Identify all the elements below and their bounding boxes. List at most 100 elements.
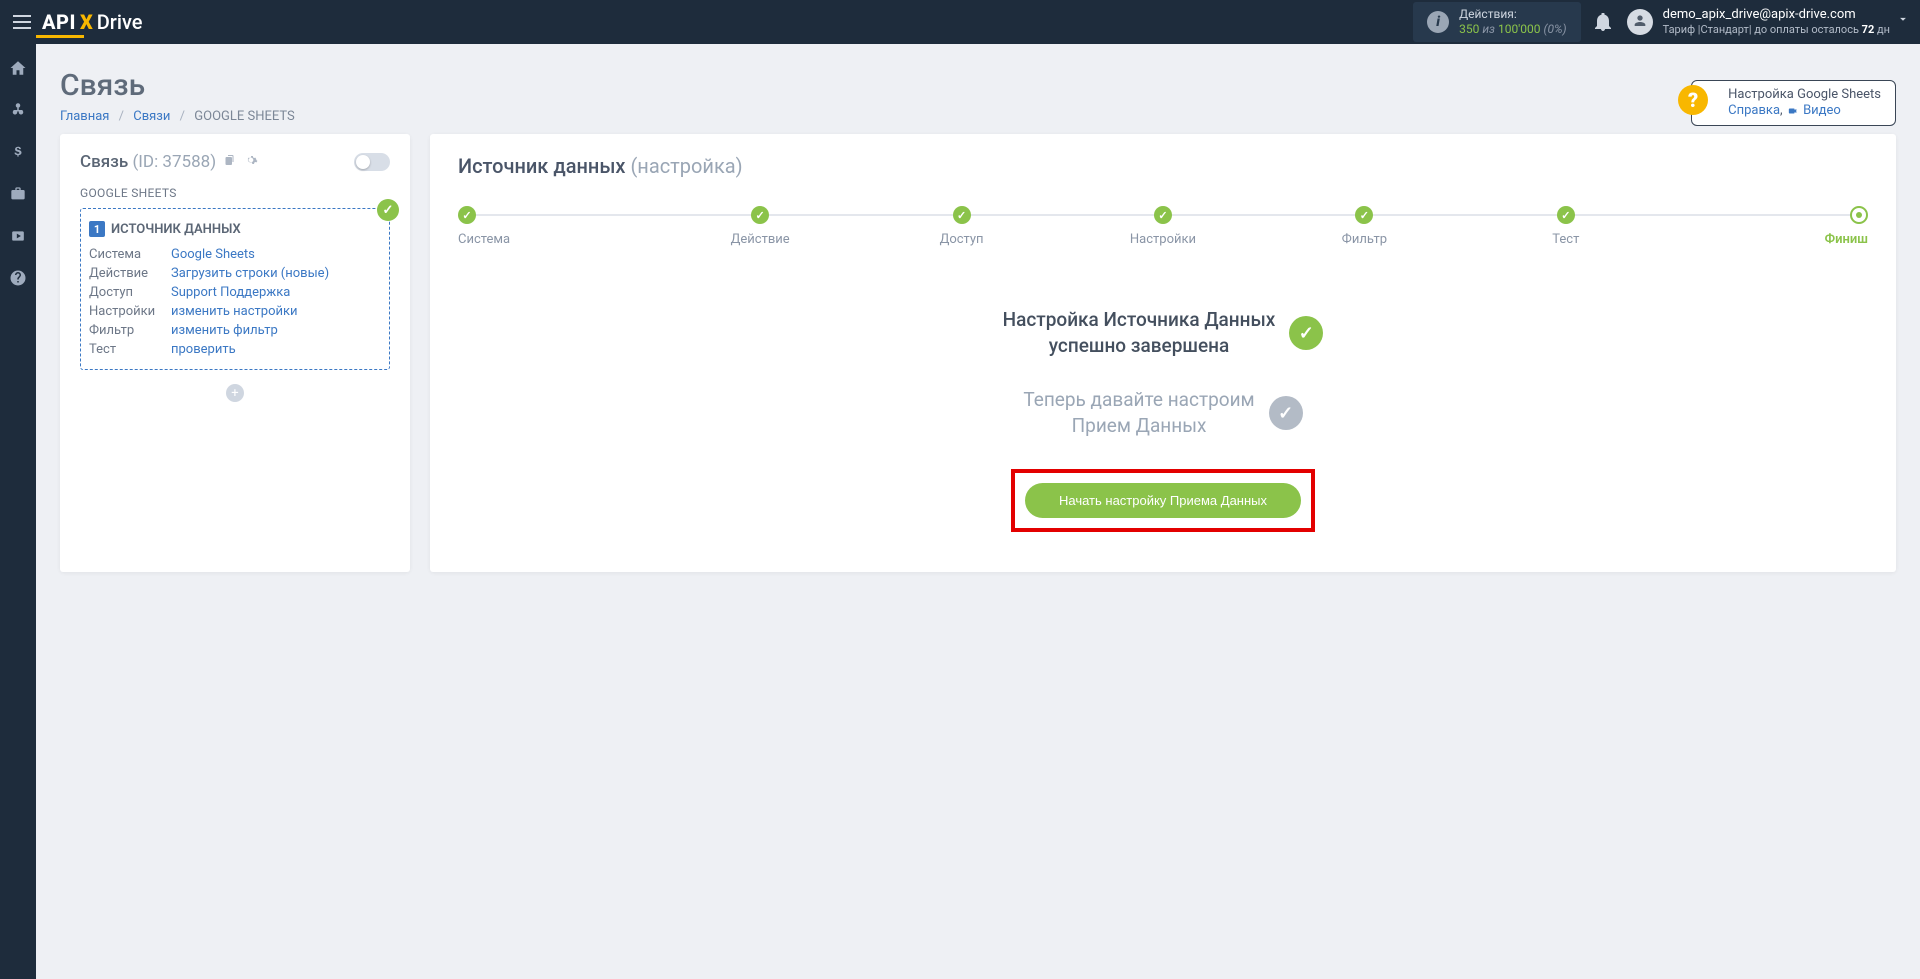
start-destination-setup-button[interactable]: Начать настройку Приема Данных	[1025, 483, 1301, 518]
check-icon: ✓	[751, 206, 769, 224]
connection-summary-card: Связь (ID: 37588) GOOGLE SHEETS ✓	[60, 134, 410, 572]
brand-text-x: X	[80, 10, 93, 34]
check-icon: ✓	[1557, 206, 1575, 224]
step-item[interactable]: ✓Система	[458, 206, 659, 247]
user-account-block[interactable]: demo_apix_drive@apix-drive.com Тариф |Ст…	[1627, 7, 1920, 37]
brand-text-api: API	[42, 10, 76, 34]
message-next-line2: Прием Данных	[1072, 414, 1207, 437]
step-item[interactable]: Финиш	[1667, 206, 1868, 247]
cta-wrap: Начать настройку Приема Данных	[458, 469, 1868, 532]
table-row: Настройкиизменить настройки	[89, 302, 381, 321]
source-setup-title-soft: (настройка)	[630, 154, 742, 178]
step-item[interactable]: ✓Действие	[659, 206, 860, 247]
brand-underline	[36, 35, 84, 38]
dollar-icon[interactable]	[8, 142, 28, 162]
chevron-down-icon[interactable]	[1896, 12, 1910, 26]
step-current-dot	[1850, 206, 1868, 224]
row-value-link[interactable]: изменить фильтр	[171, 323, 278, 338]
hamburger-menu-icon[interactable]	[8, 0, 36, 44]
connection-id: 37588	[162, 152, 210, 172]
check-icon: ✓	[1289, 316, 1323, 350]
row-key: Тест	[89, 340, 171, 359]
youtube-icon[interactable]	[8, 226, 28, 246]
main-content: Связь Главная / Связи / GOOGLE SHEETS ? …	[36, 44, 1920, 596]
help-link-docs[interactable]: Справка	[1728, 103, 1780, 118]
source-setup-card: Источник данных (настройка) ✓Система ✓Де…	[430, 134, 1896, 572]
plan-suffix: до оплаты осталось	[1752, 23, 1862, 36]
add-destination-button[interactable]: +	[226, 384, 244, 402]
row-value-link[interactable]: проверить	[171, 342, 236, 357]
camera-icon	[1786, 103, 1803, 118]
completion-messages: Настройка Источника Данных успешно завер…	[458, 307, 1868, 439]
breadcrumb: Главная / Связи / GOOGLE SHEETS	[60, 109, 295, 124]
actions-used: 350	[1459, 22, 1479, 36]
step-item[interactable]: ✓Фильтр	[1264, 206, 1465, 247]
user-meta: demo_apix_drive@apix-drive.com Тариф |Ст…	[1663, 7, 1890, 37]
help-links: Справка, Видео	[1728, 103, 1881, 119]
message-row-next: Теперь давайте настроим Прием Данных ✓	[1023, 387, 1302, 439]
briefcase-icon[interactable]	[8, 184, 28, 204]
table-row: ДоступSupport Поддержка	[89, 283, 381, 302]
step-label: Система	[458, 232, 510, 247]
table-row: Тестпроверить	[89, 340, 381, 359]
home-icon[interactable]	[8, 58, 28, 78]
help-link-video[interactable]: Видео	[1803, 103, 1841, 118]
top-navbar: APIXDrive i Действия: 350 из 100'000 (0%…	[0, 0, 1920, 44]
message-done-line2: успешно завершена	[1049, 334, 1229, 357]
brand-logo[interactable]: APIXDrive	[42, 10, 142, 34]
plan-days-unit: дн	[1874, 23, 1890, 36]
step-item[interactable]: ✓Доступ	[861, 206, 1062, 247]
message-next-text: Теперь давайте настроим Прием Данных	[1023, 387, 1254, 439]
connections-icon[interactable]	[8, 100, 28, 120]
step-label: Финиш	[1825, 232, 1868, 247]
row-value-link[interactable]: Support Поддержка	[171, 285, 290, 300]
breadcrumb-sep: /	[180, 109, 185, 124]
actions-counter-text: Действия: 350 из 100'000 (0%)	[1459, 7, 1567, 37]
plan-name: |Стандарт|	[1698, 23, 1752, 36]
help-box: ? Настройка Google Sheets Справка, Видео	[1691, 80, 1896, 126]
row-value-link[interactable]: Загрузить строки (новые)	[171, 266, 329, 281]
step-item[interactable]: ✓ Тест	[1465, 206, 1666, 247]
breadcrumb-connections[interactable]: Связи	[133, 109, 170, 124]
table-row: Фильтризменить фильтр	[89, 321, 381, 340]
cta-highlight-box: Начать настройку Приема Данных	[1011, 469, 1315, 532]
check-icon: ✓	[1154, 206, 1172, 224]
message-done-line1: Настройка Источника Данных	[1003, 308, 1276, 331]
notifications-bell-icon[interactable]	[1595, 13, 1611, 31]
step-label: Доступ	[940, 232, 984, 247]
connection-id-prefix: (ID:	[132, 152, 162, 172]
breadcrumb-home[interactable]: Главная	[60, 109, 109, 124]
copy-icon[interactable]	[224, 156, 239, 171]
side-navbar	[0, 44, 36, 979]
source-setup-title-main: Источник данных	[458, 154, 625, 178]
help-question-icon[interactable]: ?	[1678, 85, 1708, 115]
breadcrumb-sep: /	[119, 109, 124, 124]
plan-prefix: Тариф	[1663, 23, 1698, 36]
row-key: Доступ	[89, 283, 171, 302]
table-row: СистемаGoogle Sheets	[89, 245, 381, 264]
connection-id-suffix: )	[210, 152, 216, 172]
data-source-box: ✓ 1 ИСТОЧНИК ДАННЫХ СистемаGoogle Sheets…	[80, 208, 390, 370]
row-value-link[interactable]: Google Sheets	[171, 247, 255, 262]
step-label: Тест	[1552, 232, 1579, 247]
breadcrumb-current: GOOGLE SHEETS	[194, 109, 294, 124]
row-key: Фильтр	[89, 321, 171, 340]
connection-enable-toggle[interactable]	[354, 153, 390, 171]
question-icon[interactable]	[8, 268, 28, 288]
row-key: Настройки	[89, 302, 171, 321]
source-setup-title: Источник данных (настройка)	[458, 154, 1868, 178]
brand-text-drive: Drive	[97, 10, 143, 34]
actions-counter-box[interactable]: i Действия: 350 из 100'000 (0%)	[1413, 2, 1581, 42]
page-title: Связь	[60, 68, 295, 103]
data-source-index: 1	[89, 221, 105, 237]
step-label: Фильтр	[1342, 232, 1387, 247]
actions-of: из	[1482, 22, 1495, 36]
gear-icon[interactable]	[244, 156, 258, 171]
data-source-head-text: ИСТОЧНИК ДАННЫХ	[111, 222, 241, 237]
row-key: Система	[89, 245, 171, 264]
user-plan: Тариф |Стандарт| до оплаты осталось 72 д…	[1663, 22, 1890, 37]
plan-days: 72	[1862, 23, 1875, 36]
step-item[interactable]: ✓Настройки	[1062, 206, 1263, 247]
connection-card-title: Связь (ID: 37588)	[80, 152, 258, 172]
row-value-link[interactable]: изменить настройки	[171, 304, 298, 319]
